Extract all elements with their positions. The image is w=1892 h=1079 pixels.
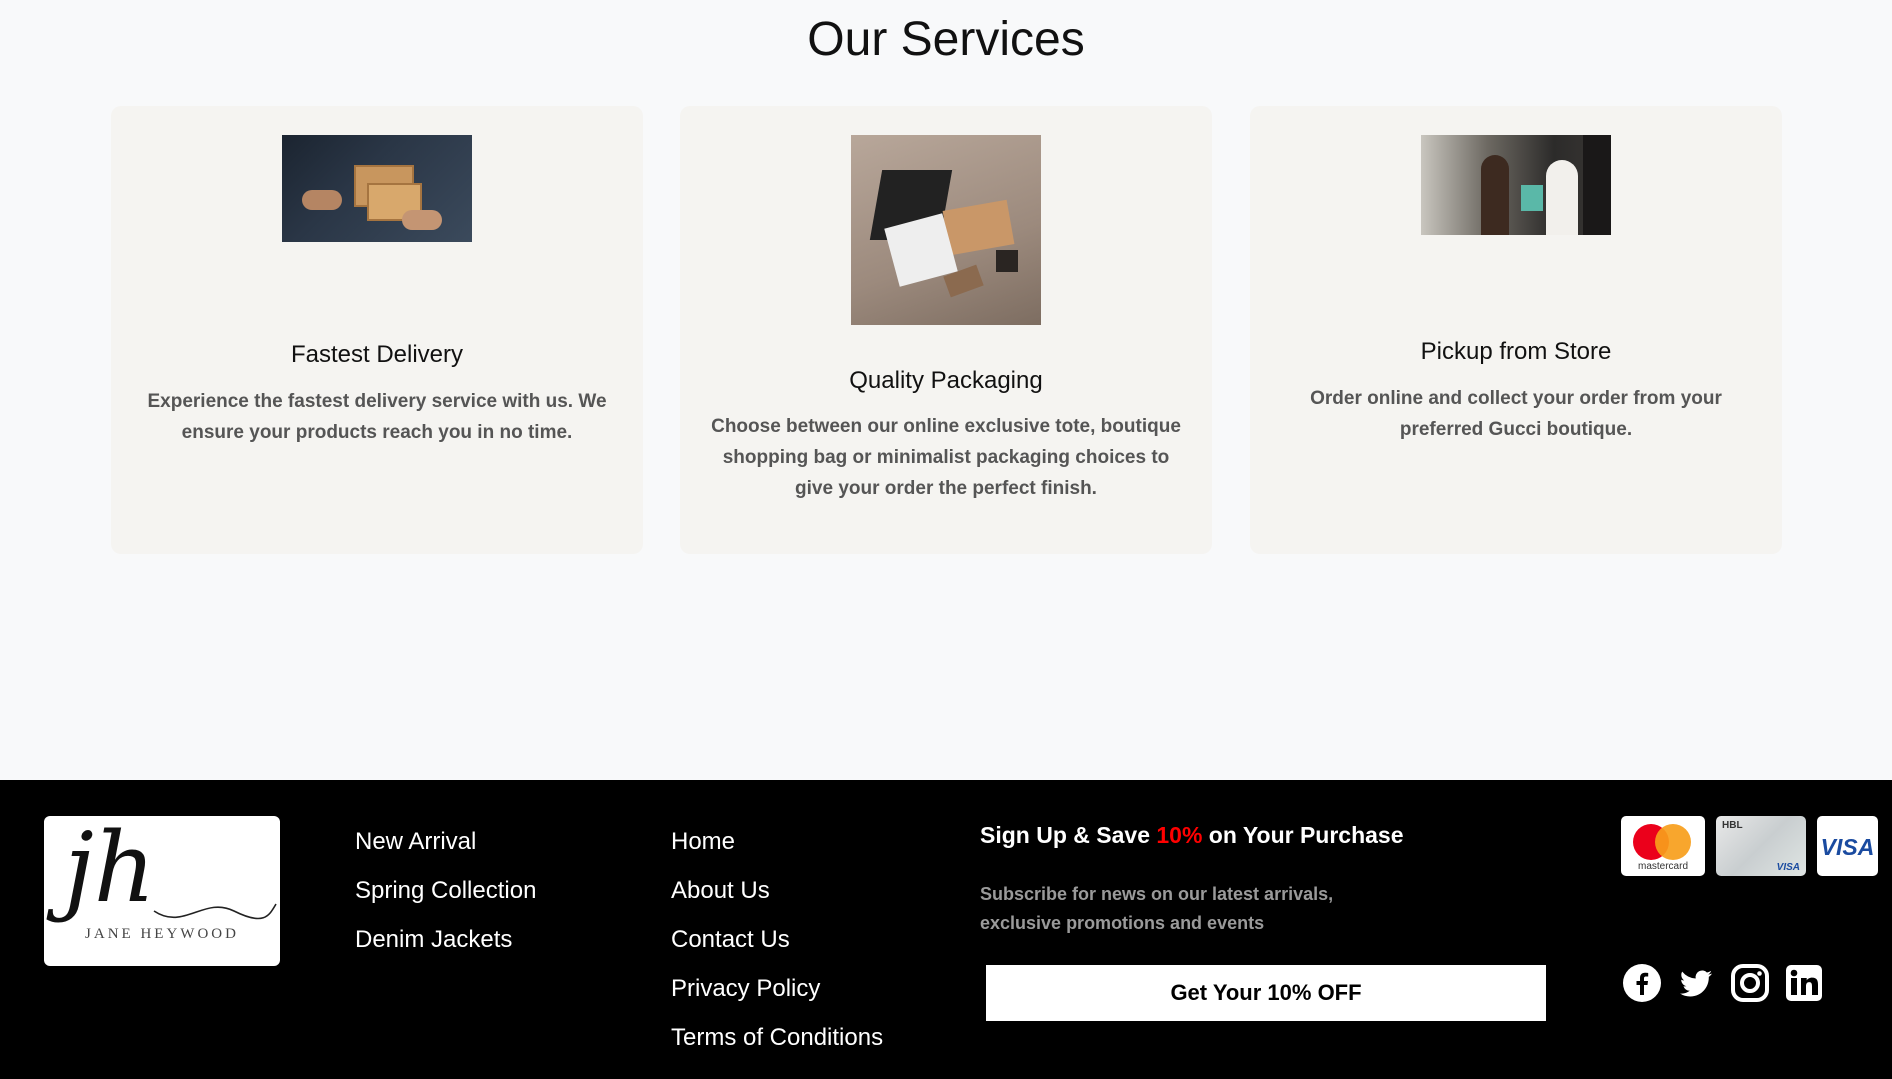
service-title: Pickup from Store xyxy=(1420,338,1612,365)
footer-link-spring-collection[interactable]: Spring Collection xyxy=(355,879,536,903)
site-footer: jh JANE HEYWOOD New Arrival Spring Colle… xyxy=(0,780,1892,1079)
service-card-pickup-from-store: Pickup from Store Order online and colle… xyxy=(1250,106,1782,554)
footer-link-terms[interactable]: Terms of Conditions xyxy=(671,1026,883,1050)
footer-link-contact-us[interactable]: Contact Us xyxy=(671,928,883,952)
footer-links-info: Home About Us Contact Us Privacy Policy … xyxy=(671,830,883,1075)
signup-title-highlight: 10% xyxy=(1156,822,1203,848)
service-description: Experience the fastest delivery service … xyxy=(147,391,607,443)
signup-title-pre: Sign Up & Save xyxy=(980,822,1157,848)
service-description: Order online and collect your order from… xyxy=(1310,388,1722,440)
linkedin-icon[interactable] xyxy=(1784,963,1824,1003)
mastercard-label: mastercard xyxy=(1637,861,1688,872)
mastercard-icon: mastercard xyxy=(1621,816,1705,876)
services-title: Our Services xyxy=(807,13,1085,66)
packaging-photo xyxy=(851,135,1041,325)
service-description: Choose between our online exclusive tote… xyxy=(711,416,1181,499)
hbl-visa-label: VISA xyxy=(1776,862,1800,873)
signup-title-post: on Your Purchase xyxy=(1202,822,1404,848)
hbl-label: HBL xyxy=(1722,820,1743,831)
service-title: Fastest Delivery xyxy=(290,341,464,368)
twitter-icon[interactable] xyxy=(1676,963,1716,1003)
signup-title: Sign Up & Save 10% on Your Purchase xyxy=(980,822,1404,849)
visa-icon: VISA xyxy=(1817,816,1878,876)
footer-link-new-arrival[interactable]: New Arrival xyxy=(355,830,536,854)
footer-link-home[interactable]: Home xyxy=(671,830,883,854)
footer-link-privacy-policy[interactable]: Privacy Policy xyxy=(671,977,883,1001)
footer-link-denim-jackets[interactable]: Denim Jackets xyxy=(355,928,536,952)
logo-name: JANE HEYWOOD xyxy=(85,926,239,942)
service-title: Quality Packaging xyxy=(849,367,1043,394)
visa-label: VISA xyxy=(1820,834,1875,860)
service-card-quality-packaging: Quality Packaging Choose between our onl… xyxy=(680,106,1212,554)
service-card-fastest-delivery: Fastest Delivery Experience the fastest … xyxy=(111,106,643,554)
get-discount-button[interactable]: Get Your 10% OFF xyxy=(986,965,1546,1021)
facebook-icon[interactable] xyxy=(1622,963,1662,1003)
signup-subtitle: Subscribe for news on our latest arrival… xyxy=(980,884,1334,933)
delivery-photo xyxy=(282,135,472,242)
store-photo xyxy=(1421,135,1611,235)
footer-links-shop: New Arrival Spring Collection Denim Jack… xyxy=(355,830,536,977)
footer-link-about-us[interactable]: About Us xyxy=(671,879,883,903)
logo-mark: jh xyxy=(64,816,156,924)
hbl-card-icon: HBL VISA xyxy=(1716,816,1806,876)
instagram-icon[interactable] xyxy=(1730,963,1770,1003)
brand-logo[interactable]: jh JANE HEYWOOD xyxy=(44,816,280,966)
